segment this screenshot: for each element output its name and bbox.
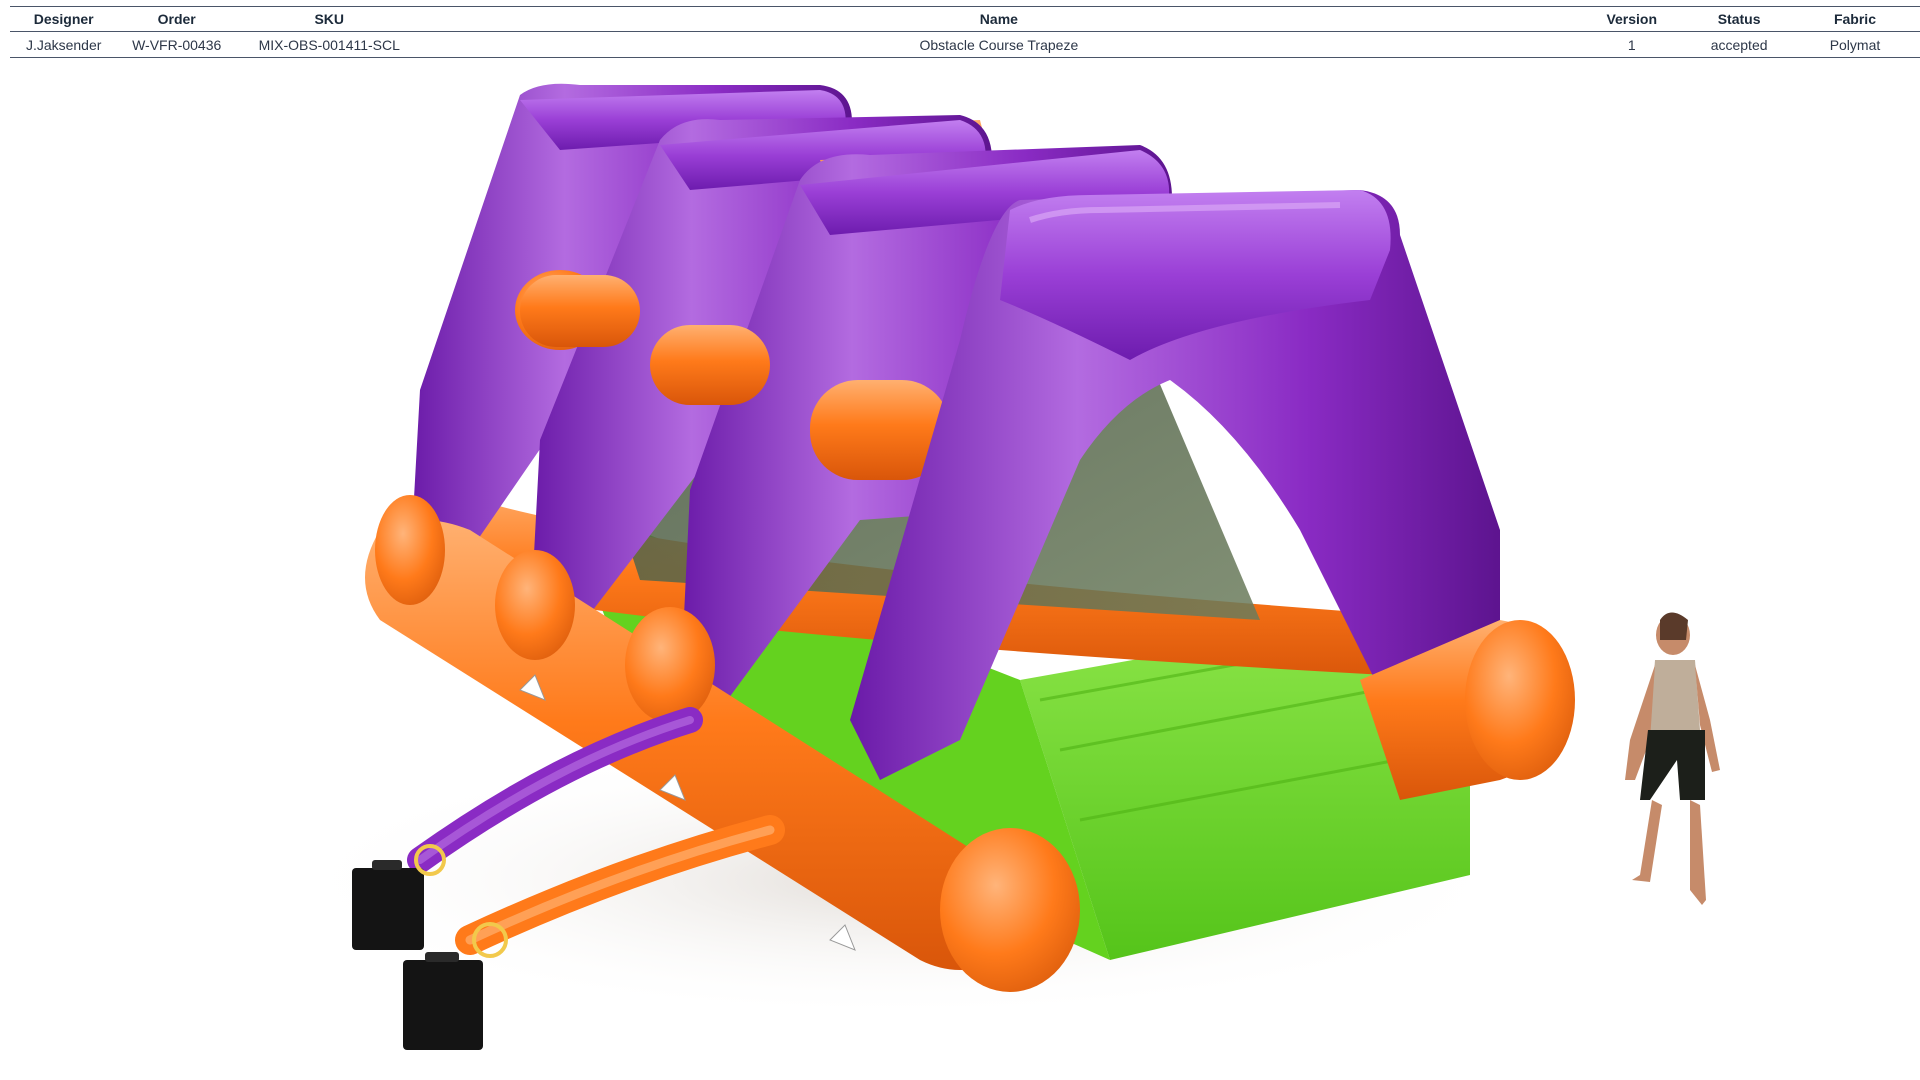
cell-name: Obstacle Course Trapeze bbox=[919, 36, 1079, 53]
product-render bbox=[0, 60, 1920, 1080]
header-name: Name bbox=[979, 11, 1018, 27]
header-version: Version bbox=[1606, 11, 1658, 27]
header-order: Order bbox=[157, 11, 196, 27]
header-status: Status bbox=[1717, 11, 1761, 27]
cell-sku: MIX-OBS-001411-SCL bbox=[258, 36, 400, 53]
cell-order: W-VFR-00436 bbox=[132, 36, 222, 53]
table-row: J.Jaksender W-VFR-00436 MIX-OBS-001411-S… bbox=[10, 32, 1920, 58]
human-figure-scale-icon bbox=[1625, 612, 1720, 905]
header-fabric: Fabric bbox=[1833, 11, 1876, 27]
table-header-row: Designer Order SKU Name Version Status F… bbox=[10, 6, 1920, 32]
cell-status: accepted bbox=[1710, 36, 1768, 53]
product-sheet: Designer Order SKU Name Version Status F… bbox=[0, 0, 1920, 1080]
header-sku: SKU bbox=[314, 11, 345, 27]
header-designer: Designer bbox=[33, 11, 94, 27]
spec-table: Designer Order SKU Name Version Status F… bbox=[10, 6, 1920, 58]
cell-fabric: Polymat bbox=[1829, 36, 1881, 53]
cell-version: 1 bbox=[1627, 36, 1636, 53]
cell-designer: J.Jaksender bbox=[25, 36, 102, 53]
